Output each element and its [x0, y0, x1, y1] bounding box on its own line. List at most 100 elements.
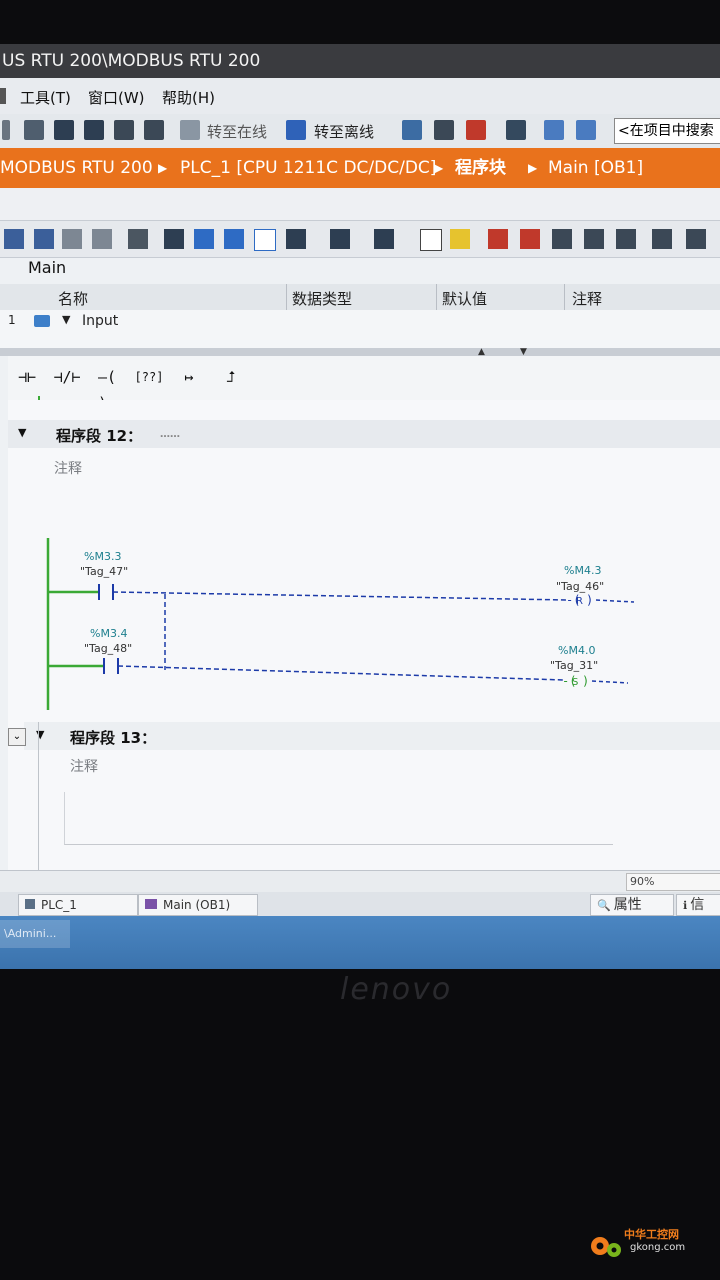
main-toolbar: 转至在线 转至离线 <在项目中搜索	[0, 114, 720, 149]
network-13-comment[interactable]: 注释	[70, 756, 98, 776]
network-overview-icon[interactable]	[164, 229, 184, 249]
next-error-icon[interactable]	[520, 229, 540, 249]
row-index: 1	[8, 313, 16, 327]
open-branch-button[interactable]: ↦	[170, 364, 208, 390]
zoom-level[interactable]: 90%	[626, 873, 720, 891]
taskbar-item[interactable]: \Admini...	[0, 920, 70, 948]
coil-m4-3-close: )	[586, 593, 593, 607]
left-collapse-toggle[interactable]: ⌄	[8, 728, 26, 746]
editor-tabs-bar: PLC_1 Main (OB1) 🔍 属性 ℹ信	[0, 892, 720, 916]
ob-icon	[145, 899, 157, 909]
comment-toggle-icon[interactable]	[254, 229, 276, 251]
coil-m4-3-address[interactable]: %M4.3	[564, 564, 601, 577]
tab-main-ob1-label: Main (OB1)	[163, 898, 231, 912]
interface-table-header: 名称 数据类型 默认值 注释	[0, 284, 720, 311]
start-cpu-icon[interactable]	[434, 120, 454, 140]
project-search-input[interactable]: <在项目中搜索	[614, 118, 720, 144]
go-offline-button[interactable]: 转至离线	[314, 121, 374, 142]
interface-input-name: Input	[82, 313, 119, 329]
expand-icon[interactable]	[194, 229, 214, 249]
contact-m3-3-address[interactable]: %M3.3	[84, 550, 121, 563]
download-icon[interactable]	[54, 120, 74, 140]
menu-window[interactable]: 窗口(W)	[88, 87, 145, 108]
print-icon[interactable]	[2, 120, 10, 140]
properties-tab[interactable]: 🔍 属性	[590, 894, 674, 916]
window-title: US RTU 200\MODBUS RTU 200	[0, 44, 720, 78]
call-hierarchy-icon[interactable]	[552, 229, 572, 249]
network-13-header[interactable]: ▼ 程序段 13：	[24, 722, 720, 750]
tab-main-ob1[interactable]: Main (OB1)	[138, 894, 258, 916]
upload-icon[interactable]	[84, 120, 104, 140]
print-preview-icon[interactable]	[24, 120, 44, 140]
simulation-icon[interactable]	[114, 120, 134, 140]
no-contact-button[interactable]: ⊣⊢	[8, 364, 46, 390]
info-tab[interactable]: ℹ信	[676, 894, 720, 916]
network-12-comment[interactable]: 注释	[54, 458, 82, 478]
contact-m3-4-tag[interactable]: "Tag_48"	[84, 642, 132, 655]
compile-icon[interactable]	[144, 120, 164, 140]
menu-tools[interactable]: 工具(T)	[20, 87, 71, 108]
empty-box-button[interactable]: [??]	[130, 364, 168, 390]
favorite-icon[interactable]	[450, 229, 470, 249]
col-divider	[286, 284, 287, 310]
contact-m3-4-address[interactable]: %M3.4	[90, 627, 127, 640]
breadcrumb-separator-icon: ▶	[158, 161, 168, 175]
col-divider	[564, 284, 565, 310]
coil-m4-0-tag[interactable]: "Tag_31"	[550, 659, 598, 672]
network-13-empty-rung[interactable]	[64, 792, 613, 845]
tab-plc[interactable]: PLC_1	[18, 894, 138, 916]
watch-table-icon[interactable]	[374, 229, 394, 249]
close-branch-button[interactable]: ⮥	[212, 364, 250, 390]
interface-row-input[interactable]: 1 ▼ Input	[0, 310, 720, 335]
col-comment[interactable]: 注释	[572, 288, 602, 309]
col-data-type[interactable]: 数据类型	[292, 288, 352, 309]
split-horizontal-icon[interactable]	[544, 120, 564, 140]
download-block-icon[interactable]	[616, 229, 636, 249]
coil-m4-0-address[interactable]: %M4.0	[558, 644, 595, 657]
go-online-icon[interactable]	[180, 120, 200, 140]
breadcrumb-program-blocks[interactable]: 程序块	[455, 148, 506, 188]
list-view-icon[interactable]	[420, 229, 442, 251]
go-offline-icon[interactable]	[286, 120, 306, 140]
editor-splitter[interactable]: ▲ ▼	[0, 347, 720, 357]
go-online-button[interactable]: 转至在线	[207, 121, 267, 142]
contact-m3-3-tag[interactable]: "Tag_47"	[80, 565, 128, 578]
monitor-icon[interactable]	[286, 229, 306, 249]
split-vertical-icon[interactable]	[576, 120, 596, 140]
outdent-icon[interactable]	[686, 229, 706, 249]
editor-top-band	[0, 188, 720, 220]
network-12-title: 程序段 12：	[56, 427, 143, 445]
close-all-networks-icon[interactable]	[92, 229, 112, 249]
breadcrumb-project[interactable]: MODBUS RTU 200	[0, 148, 153, 188]
breadcrumb-main-ob1[interactable]: Main [OB1]	[548, 148, 643, 188]
ladder-instruction-toolbar: ⊣⊢ ⊣/⊢ –( )– [??] ↦ ⮥	[8, 356, 720, 412]
plc-icon	[25, 899, 35, 909]
coil-m4-3-type: R	[576, 596, 583, 607]
indent-icon[interactable]	[652, 229, 672, 249]
accessible-devices-icon[interactable]	[402, 120, 422, 140]
network-12-header[interactable]: ▼ 程序段 12： ……	[8, 420, 720, 448]
interface-row-partial	[0, 334, 720, 348]
collapse-icon[interactable]	[224, 229, 244, 249]
col-divider	[436, 284, 437, 310]
bookmark-icon[interactable]	[584, 229, 604, 249]
coil-button[interactable]: –( )–	[88, 364, 126, 412]
expand-chevron-icon[interactable]: ▼	[62, 313, 70, 326]
go-to-error-icon[interactable]	[488, 229, 508, 249]
nc-contact-button[interactable]: ⊣/⊢	[48, 364, 86, 390]
trace-icon[interactable]	[330, 229, 350, 249]
coil-m4-3-tag[interactable]: "Tag_46"	[556, 580, 604, 593]
collapse-chevron-icon[interactable]: ▼	[18, 426, 26, 439]
breadcrumb-separator-icon: ▶	[528, 161, 538, 175]
insert-network-icon[interactable]	[4, 229, 24, 249]
open-all-networks-icon[interactable]	[62, 229, 82, 249]
monitor-bezel-top	[0, 0, 720, 44]
col-name[interactable]: 名称	[58, 288, 88, 309]
menu-help[interactable]: 帮助(H)	[162, 87, 215, 108]
absolute-operand-icon[interactable]	[128, 229, 148, 249]
breadcrumb-plc[interactable]: PLC_1 [CPU 1211C DC/DC/DC]	[180, 148, 436, 188]
delete-network-icon[interactable]	[34, 229, 54, 249]
cross-reference-icon[interactable]	[506, 120, 526, 140]
stop-cpu-icon[interactable]	[466, 120, 486, 140]
col-default-value[interactable]: 默认值	[442, 288, 487, 309]
